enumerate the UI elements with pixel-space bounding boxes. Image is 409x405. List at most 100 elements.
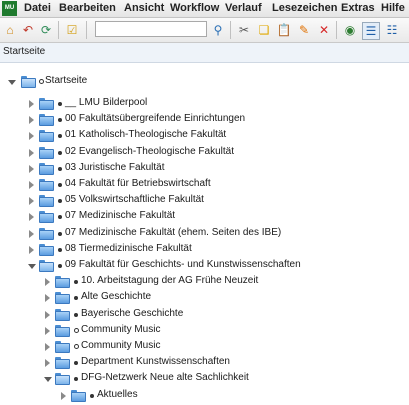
expand-arrow-icon[interactable]: [29, 245, 34, 254]
tree-item-label[interactable]: 07 Medizinische Fakultät (ehem. Seiten d…: [65, 227, 281, 238]
tree-item-label[interactable]: 01 Katholisch-Theologische Fakultät: [65, 129, 226, 140]
expand-arrow-icon[interactable]: [45, 310, 50, 319]
menu-lesezeichen[interactable]: Lesezeichen: [272, 2, 337, 14]
menu-ansicht[interactable]: Ansicht: [124, 2, 164, 14]
expand-arrow-icon[interactable]: [29, 132, 34, 141]
tree-item-label[interactable]: 02 Evangelisch-Theologische Fakultät: [65, 146, 234, 157]
folder-open-icon: [39, 260, 54, 272]
expand-arrow-icon[interactable]: [29, 164, 34, 173]
breadcrumb-startseite[interactable]: Startseite: [3, 46, 45, 57]
folder-icon: [55, 276, 70, 289]
menu-workflow[interactable]: Workflow: [170, 2, 219, 14]
status-dot-icon: [58, 118, 62, 123]
toolbar-separator: [86, 21, 87, 39]
folder-icon: [55, 292, 70, 305]
folder-icon: [55, 324, 70, 337]
search-input[interactable]: [95, 21, 207, 37]
back-icon[interactable]: ↶: [20, 22, 36, 38]
expand-arrow-icon[interactable]: [45, 326, 50, 335]
status-dot-icon: [58, 199, 62, 204]
expand-arrow-icon[interactable]: [45, 343, 50, 351]
tree-item-label[interactable]: Community Music: [81, 324, 160, 335]
folder-icon: [39, 227, 54, 240]
status-dot-icon: [58, 231, 62, 236]
menu-bar: MU Datei Bearbeiten Ansicht Workflow Ver…: [0, 0, 409, 18]
tree-item-label[interactable]: 05 Volkswirtschaftliche Fakultät: [65, 194, 204, 205]
tree-item-label[interactable]: Aktuelles: [97, 389, 138, 400]
tree-item-label[interactable]: 09 Fakultät für Geschichts- und Kunstwis…: [65, 259, 301, 270]
status-dot-icon: [58, 215, 62, 220]
menu-verlauf[interactable]: Verlauf: [225, 2, 262, 14]
expand-arrow-icon[interactable]: [61, 391, 66, 400]
expand-arrow-icon[interactable]: [45, 278, 50, 287]
status-dot-icon: [58, 264, 62, 268]
preview-icon[interactable]: ◉: [342, 22, 358, 38]
status-ring-icon: [39, 79, 44, 84]
cut-icon[interactable]: ✂: [236, 22, 252, 38]
tree-item-label[interactable]: Bayerische Geschichte: [81, 308, 183, 319]
status-dot-icon: [58, 134, 62, 139]
delete-icon[interactable]: ✕: [316, 22, 332, 38]
list-view-icon[interactable]: ☷: [384, 22, 400, 38]
tree-item-label[interactable]: 07 Medizinische Fakultät: [65, 210, 175, 221]
folder-open-icon: [55, 373, 70, 386]
app-logo-icon: MU: [2, 1, 17, 16]
tree-item-label[interactable]: Community Music: [81, 340, 160, 351]
status-dot-icon: [58, 183, 62, 187]
expand-arrow-icon[interactable]: [8, 80, 16, 85]
tree-item-label[interactable]: 10. Arbeitstagung der AG Frühe Neuzeit: [81, 275, 258, 286]
tree-item-label[interactable]: 03 Juristische Fakultät: [65, 162, 165, 173]
folder-icon: [39, 211, 54, 224]
expand-arrow-icon[interactable]: [29, 100, 34, 108]
breadcrumb: Startseite: [0, 43, 409, 63]
folder-icon: [55, 341, 70, 353]
status-dot-icon: [90, 393, 94, 398]
search-icon[interactable]: ⚲: [210, 22, 226, 38]
expand-arrow-icon[interactable]: [29, 181, 34, 189]
expand-arrow-icon[interactable]: [29, 229, 34, 238]
tree-item-label[interactable]: Department Kunstwissenschaften: [81, 356, 230, 367]
folder-icon: [55, 308, 70, 321]
folder-icon: [39, 114, 54, 127]
collapse-arrow-icon[interactable]: [44, 377, 52, 383]
menu-bearbeiten[interactable]: Bearbeiten: [59, 2, 116, 14]
copy-icon[interactable]: ❏: [256, 22, 272, 38]
toolbar: ⌂ ↶ ⟳ ☑ ⚲ ✂ ❏ 📋 ✎ ✕ ◉ ☰ ☷: [0, 18, 409, 43]
tree-item-label[interactable]: 04 Fakultät für Betriebswirtschaft: [65, 178, 211, 189]
expand-arrow-icon[interactable]: [29, 213, 34, 222]
toolbar-separator: [336, 21, 337, 39]
tree-item-label[interactable]: __ LMU Bilderpool: [65, 97, 147, 108]
expand-arrow-icon[interactable]: [45, 294, 50, 303]
expand-arrow-icon[interactable]: [29, 148, 34, 157]
menu-hilfe[interactable]: Hilfe: [381, 2, 405, 14]
tree-item-label[interactable]: Startseite: [45, 75, 87, 86]
menu-extras[interactable]: Extras: [341, 2, 375, 14]
toolbar-separator: [58, 21, 59, 39]
refresh-icon[interactable]: ⟳: [38, 22, 54, 38]
collapse-arrow-icon[interactable]: [28, 264, 36, 269]
status-ring-icon: [74, 327, 79, 333]
tree-item-label[interactable]: DFG-Netzwerk Neue alte Sachlichkeit: [81, 372, 249, 383]
folder-icon: [55, 357, 70, 370]
status-dot-icon: [74, 377, 78, 382]
tree-item-label[interactable]: 00 Fakultätsübergreifende Einrichtungen: [65, 113, 245, 124]
folder-icon: [39, 146, 54, 159]
status-dot-icon: [74, 312, 78, 317]
checklist-icon[interactable]: ☑: [64, 22, 80, 38]
expand-arrow-icon[interactable]: [29, 116, 34, 125]
status-dot-icon: [74, 280, 78, 285]
tree-item-label[interactable]: 08 Tiermedizinische Fakultät: [65, 243, 192, 254]
folder-icon: [39, 162, 54, 175]
edit-icon[interactable]: ✎: [296, 22, 312, 38]
expand-arrow-icon[interactable]: [45, 359, 50, 368]
status-dot-icon: [58, 166, 62, 171]
menu-datei[interactable]: Datei: [24, 2, 51, 14]
home-icon[interactable]: ⌂: [2, 22, 18, 38]
paste-icon[interactable]: 📋: [276, 22, 292, 38]
status-dot-icon: [58, 102, 62, 106]
folder-icon: [39, 195, 54, 208]
tree-item-label[interactable]: Alte Geschichte: [81, 291, 151, 302]
expand-arrow-icon[interactable]: [29, 197, 34, 206]
folder-icon: [39, 98, 54, 110]
tree-view-icon[interactable]: ☰: [362, 22, 380, 40]
